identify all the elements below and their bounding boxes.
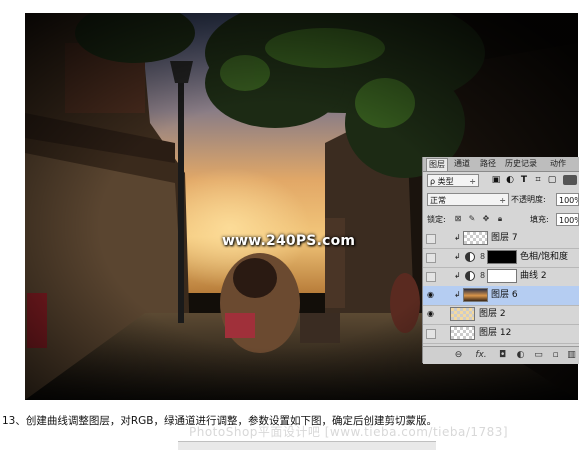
kind-filter-label: ρ 类型 bbox=[430, 177, 454, 186]
smart-object-filter-icon[interactable]: ▢ bbox=[547, 175, 557, 185]
layer-row[interactable]: ◉ 图层 2 bbox=[423, 305, 579, 325]
tab-paths[interactable]: 路径 bbox=[478, 158, 498, 170]
shape-filter-icon[interactable]: ⌗ bbox=[533, 175, 543, 185]
chevron-updown-icon: ÷ bbox=[499, 196, 506, 205]
blend-opacity-row: 正常 ÷ 不透明度: 100% bbox=[425, 192, 579, 208]
eye-icon[interactable]: ◉ bbox=[426, 291, 435, 299]
adjustment-filter-icon[interactable]: ◐ bbox=[505, 175, 515, 185]
layer-row[interactable]: ↲ 8 曲线 2 bbox=[423, 267, 579, 287]
adjustment-layer-icon bbox=[465, 252, 475, 262]
lock-fill-row: 锁定: ⊠ ✎ ✥ 🔒︎ 填充: 100% bbox=[425, 212, 579, 228]
layer-name[interactable]: 图层 2 bbox=[479, 308, 506, 320]
photo-watermark: www.240PS.com bbox=[222, 233, 356, 249]
lock-all-icon[interactable]: 🔒︎ bbox=[495, 214, 505, 224]
mask-link-icon[interactable]: 8 bbox=[480, 252, 485, 261]
link-layers-icon[interactable]: ⊖ bbox=[453, 350, 464, 361]
tab-layers[interactable]: 图层 bbox=[426, 158, 448, 171]
new-group-icon[interactable]: ▭ bbox=[533, 350, 544, 361]
mask-link-icon[interactable]: 8 bbox=[480, 271, 485, 280]
new-layer-icon[interactable]: ▫ bbox=[550, 350, 561, 361]
layer-list: ↲ 图层 7 ↲ 8 色相/饱和度 ↲ 8 曲线 2 ◉ ↲ 图层 6 ◉ 图层… bbox=[423, 229, 579, 345]
site-watermark: PhotoShop平面设计吧 [www.tieba.com/tieba/1783… bbox=[189, 425, 509, 439]
panel-footer: ⊖ fx. ◘ ◐ ▭ ▫ ▥ bbox=[423, 346, 579, 364]
layer-name[interactable]: 图层 12 bbox=[479, 327, 511, 339]
layer-mask-thumbnail bbox=[487, 250, 517, 264]
lock-label: 锁定: bbox=[427, 215, 446, 224]
fx-icon[interactable]: fx. bbox=[473, 350, 489, 361]
layer-name[interactable]: 曲线 2 bbox=[520, 270, 547, 282]
visibility-toggle[interactable] bbox=[426, 329, 436, 339]
opacity-field[interactable]: 100% bbox=[556, 193, 579, 206]
filter-row: ρ 类型 ÷ ▣ ◐ T ⌗ ▢ bbox=[425, 173, 577, 189]
layer-thumbnail bbox=[450, 307, 475, 321]
layer-thumbnail bbox=[463, 288, 488, 302]
visibility-toggle[interactable] bbox=[426, 272, 436, 282]
type-filter-icon[interactable]: T bbox=[519, 175, 529, 185]
clip-arrow-icon: ↲ bbox=[454, 290, 461, 299]
layer-name[interactable]: 图层 7 bbox=[491, 232, 518, 244]
layer-name[interactable]: 色相/饱和度 bbox=[520, 251, 568, 263]
clip-arrow-icon: ↲ bbox=[454, 233, 461, 242]
opacity-label: 不透明度: bbox=[511, 195, 546, 204]
layer-row-selected[interactable]: ◉ ↲ 图层 6 bbox=[423, 286, 579, 306]
add-mask-icon[interactable]: ◘ bbox=[497, 350, 508, 361]
layer-row[interactable]: ↲ 8 色相/饱和度 bbox=[423, 248, 579, 268]
layer-thumbnail bbox=[463, 231, 488, 245]
chevron-updown-icon: ÷ bbox=[469, 177, 476, 186]
tab-history[interactable]: 历史记录 bbox=[503, 158, 539, 170]
tab-actions[interactable]: 动作 bbox=[548, 158, 568, 170]
image-filter-icon[interactable]: ▣ bbox=[491, 175, 501, 185]
clip-arrow-icon: ↲ bbox=[454, 252, 461, 261]
visibility-toggle[interactable] bbox=[426, 234, 436, 244]
delete-layer-icon[interactable]: ▥ bbox=[566, 350, 577, 361]
blend-mode-value: 正常 bbox=[430, 196, 446, 205]
tab-channels[interactable]: 通道 bbox=[452, 158, 472, 170]
layers-panel: 图层 通道 路径 历史记录 动作 ρ 类型 ÷ ▣ ◐ T ⌗ ▢ 正常 ÷ 不… bbox=[422, 157, 579, 364]
lock-transparency-icon[interactable]: ⊠ bbox=[453, 214, 463, 224]
fill-label: 填充: bbox=[530, 215, 549, 224]
lock-brush-icon[interactable]: ✎ bbox=[467, 214, 477, 224]
layer-name[interactable]: 图层 6 bbox=[491, 289, 518, 301]
new-adjustment-icon[interactable]: ◐ bbox=[515, 350, 526, 361]
clip-arrow-icon: ↲ bbox=[454, 271, 461, 280]
filter-toggle-icon[interactable] bbox=[563, 175, 577, 185]
blend-mode-select[interactable]: 正常 ÷ bbox=[427, 193, 509, 206]
kind-filter-select[interactable]: ρ 类型 ÷ bbox=[427, 174, 479, 187]
eye-icon[interactable]: ◉ bbox=[426, 310, 435, 318]
fill-field[interactable]: 100% bbox=[556, 213, 579, 226]
lock-position-icon[interactable]: ✥ bbox=[481, 214, 491, 224]
layer-mask-thumbnail bbox=[487, 269, 517, 283]
layer-thumbnail bbox=[450, 326, 475, 340]
layer-row[interactable]: ↲ 图层 7 bbox=[423, 229, 579, 249]
panel-tabs: 图层 通道 路径 历史记录 动作 bbox=[423, 157, 579, 172]
adjustment-layer-icon bbox=[465, 271, 475, 281]
layer-row[interactable]: 图层 12 bbox=[423, 324, 579, 344]
visibility-toggle[interactable] bbox=[426, 253, 436, 263]
